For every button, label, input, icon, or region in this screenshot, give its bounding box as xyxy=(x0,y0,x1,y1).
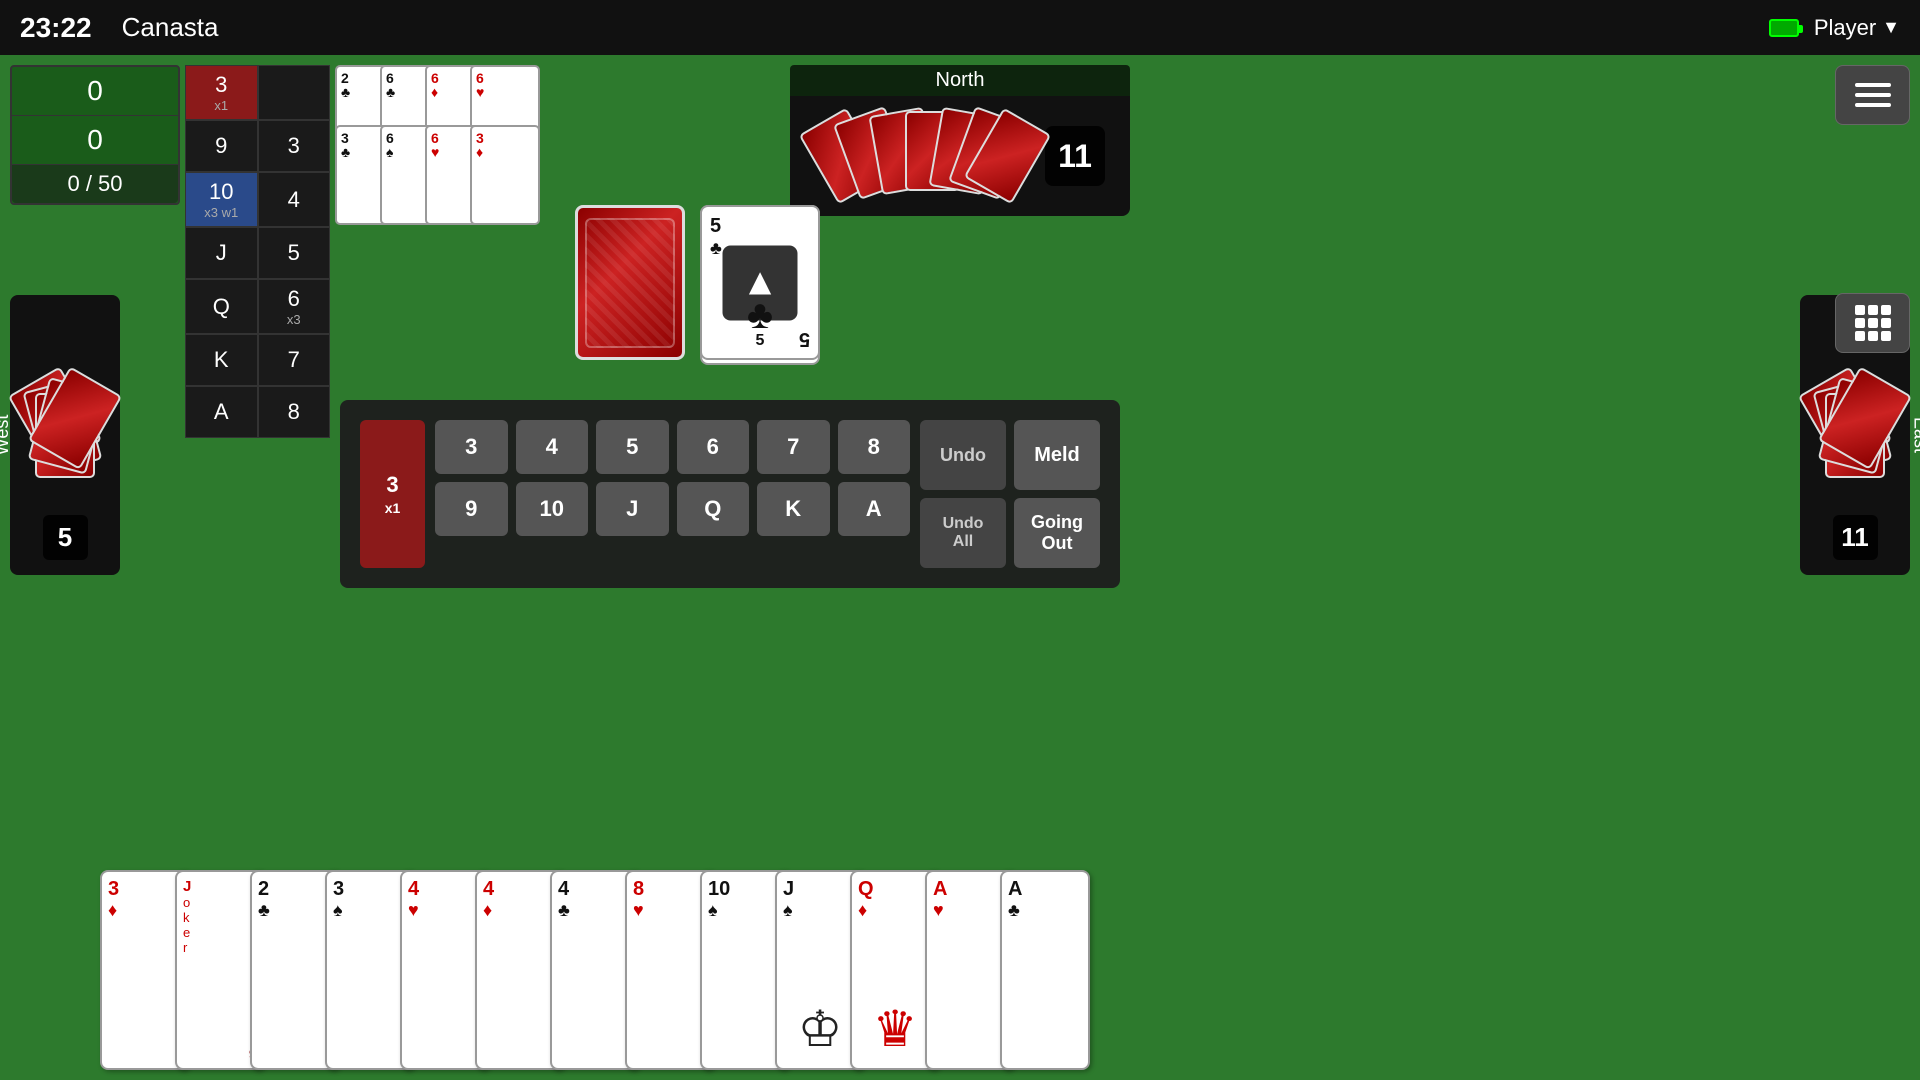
ct-cell-5[interactable]: 5 xyxy=(258,227,331,279)
battery-icon xyxy=(1769,19,1799,37)
ct-cell-A[interactable]: A xyxy=(185,386,258,438)
ct-row-7: A 8 xyxy=(185,386,330,438)
chevron-down-icon: ▼ xyxy=(1882,17,1900,38)
ct-cell-3r[interactable]: 3 xyxy=(258,120,331,172)
dealt-cards-area: 2 ♣ 6 ♣ 6 ♦ 6 ♥ 3 ♣ 6 ♠ 6 ♥ 3 xyxy=(335,65,540,225)
ct-row-2: 9 3 xyxy=(185,120,330,172)
draw-pile[interactable] xyxy=(575,205,685,360)
east-card-count: 11 xyxy=(1833,515,1878,560)
ct-row-3: 10 x3 w1 4 xyxy=(185,172,330,227)
ct-cell-9[interactable]: 9 xyxy=(185,120,258,172)
player-button[interactable]: Player ▼ xyxy=(1814,15,1900,41)
btn-Q[interactable]: Q xyxy=(677,482,750,536)
hand-card-Ac[interactable]: A ♣ xyxy=(1000,870,1090,1070)
selected-3-button[interactable]: 3 x1 xyxy=(360,420,425,568)
ct-cell-7[interactable]: 7 xyxy=(258,334,331,386)
action-panel: 3 x1 3 4 5 6 7 8 9 10 J Q K A xyxy=(340,400,1120,588)
meld-button[interactable]: Meld xyxy=(1014,420,1100,490)
undo-button[interactable]: Undo xyxy=(920,420,1006,490)
ct-cell-Q[interactable]: Q xyxy=(185,279,258,334)
discard-card-display[interactable]: 5 ♣ ▲ 5 ♣ 5 xyxy=(700,205,820,360)
btn-8[interactable]: 8 xyxy=(838,420,911,474)
time-display: 23:22 xyxy=(20,12,92,44)
grid-icon xyxy=(1855,305,1891,341)
dealt-cards-row2: 3 ♣ 6 ♠ 6 ♥ 3 ♦ xyxy=(335,125,540,225)
right-actions: Undo Meld Undo All Going Out xyxy=(920,420,1100,568)
hamburger-menu-button[interactable] xyxy=(1835,65,1910,125)
btn-6[interactable]: 6 xyxy=(677,420,750,474)
btn-A[interactable]: A xyxy=(838,482,911,536)
score-row-1: 0 xyxy=(12,67,178,116)
north-card-count: 11 xyxy=(1045,126,1105,186)
ct-cell-J[interactable]: J xyxy=(185,227,258,279)
btn-J[interactable]: J xyxy=(596,482,669,536)
north-area: North 11 xyxy=(790,65,1130,216)
btn-7[interactable]: 7 xyxy=(757,420,830,474)
ct-cell-6[interactable]: 6 x3 xyxy=(258,279,331,334)
ct-cell-10[interactable]: 10 x3 w1 xyxy=(185,172,258,227)
ct-cell-right-1 xyxy=(258,65,331,120)
btn-4[interactable]: 4 xyxy=(516,420,589,474)
number-buttons-area: 3 4 5 6 7 8 9 10 J Q K A xyxy=(435,420,910,568)
ct-row-4: J 5 xyxy=(185,227,330,279)
hamburger-icon xyxy=(1855,83,1891,107)
number-row-1: 3 4 5 6 7 8 xyxy=(435,420,910,474)
ct-cell-8[interactable]: 8 xyxy=(258,386,331,438)
btn-K[interactable]: K xyxy=(757,482,830,536)
ct-row-5: Q 6 x3 xyxy=(185,279,330,334)
ct-cell-K[interactable]: K xyxy=(185,334,258,386)
east-label: East xyxy=(1909,417,1920,453)
table-card-3r[interactable]: 3 ♦ xyxy=(470,125,540,225)
app-title: Canasta xyxy=(122,12,219,43)
ct-row-6: K 7 xyxy=(185,334,330,386)
progress-display: 0 / 50 xyxy=(12,165,178,203)
west-cards: 5 xyxy=(10,295,120,575)
btn-9[interactable]: 9 xyxy=(435,482,508,536)
score-row-2: 0 xyxy=(12,116,178,165)
btn-3[interactable]: 3 xyxy=(435,420,508,474)
ct-row-1: 3 x1 xyxy=(185,65,330,120)
number-row-2: 9 10 J Q K A xyxy=(435,482,910,536)
top-bar: 23:22 Canasta Player ▼ xyxy=(0,0,1920,55)
grid-menu-button[interactable] xyxy=(1835,293,1910,353)
undo-all-button[interactable]: Undo All xyxy=(920,498,1006,568)
north-card-fan xyxy=(815,111,1035,201)
score-panel: 0 0 0 / 50 xyxy=(10,65,180,205)
selected-card-area: 3 x1 xyxy=(360,420,425,568)
right-menu xyxy=(1835,65,1910,353)
player-hand: 3 ♦ J o k e r 8 2 ♣ 3 ♠ 4 ♥ 4 ♦ 4 ♣ 8 ♥ … xyxy=(100,850,1820,1080)
card-value-table: 3 x1 9 3 10 x3 w1 4 J 5 Q 6 x3 K 7 A 8 xyxy=(185,65,330,438)
btn-10[interactable]: 10 xyxy=(516,482,589,536)
going-out-button[interactable]: Going Out xyxy=(1014,498,1100,568)
ct-cell-4[interactable]: 4 xyxy=(258,172,331,227)
west-card-count: 5 xyxy=(43,515,88,560)
north-cards-container: 11 xyxy=(790,96,1130,216)
west-area: 5 West xyxy=(10,295,120,575)
ct-cell-3[interactable]: 3 x1 xyxy=(185,65,258,120)
west-label: West xyxy=(0,415,13,456)
btn-5[interactable]: 5 xyxy=(596,420,669,474)
action-rows: 3 x1 3 4 5 6 7 8 9 10 J Q K A xyxy=(360,420,1100,568)
north-label: North xyxy=(790,65,1130,96)
